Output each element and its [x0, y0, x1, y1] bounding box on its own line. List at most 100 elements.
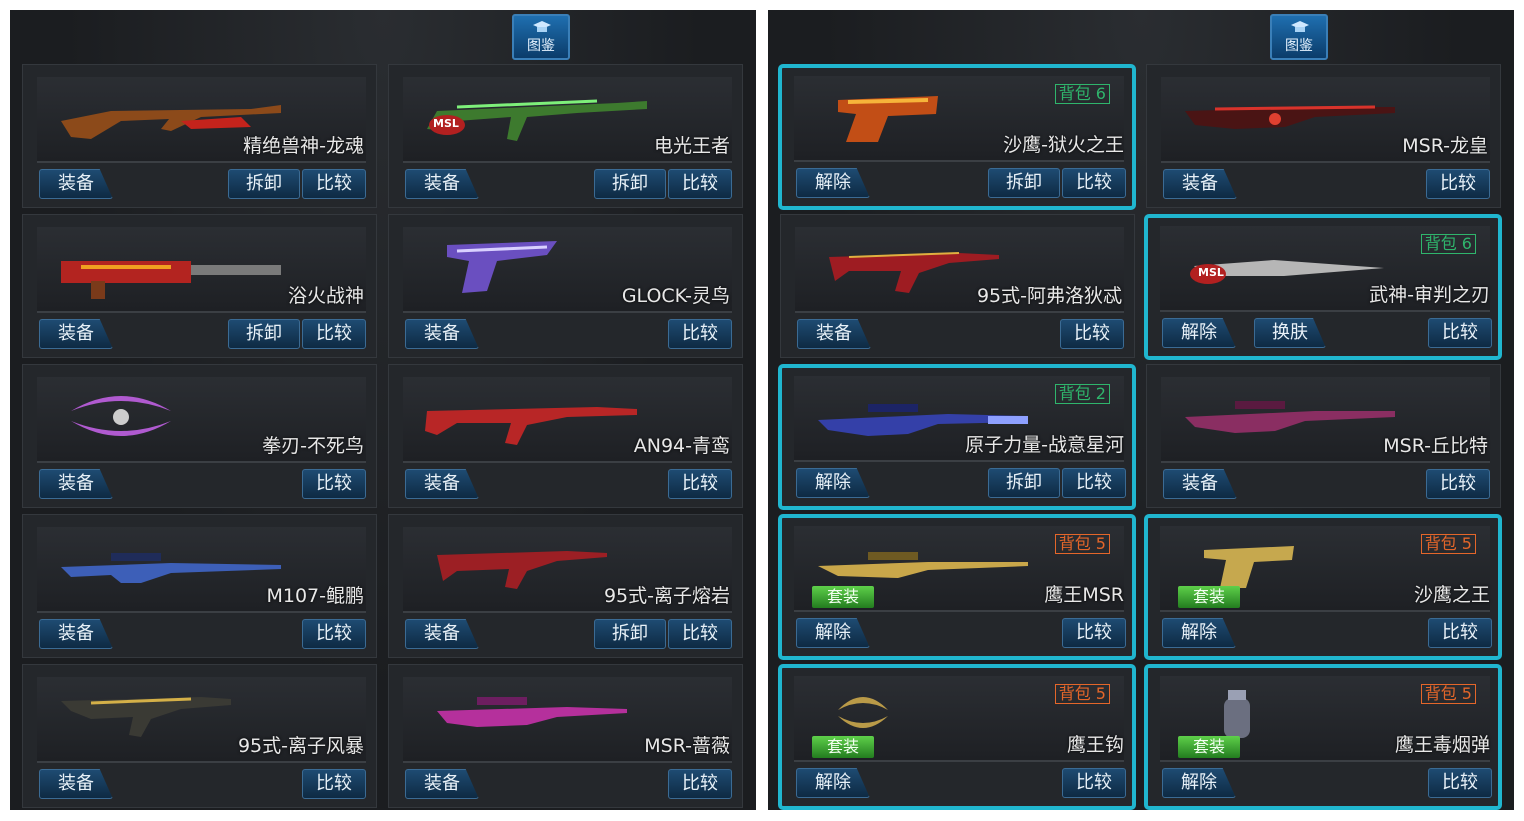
equip-button[interactable]: 装备 — [39, 769, 113, 799]
fist-blade-icon — [71, 396, 171, 436]
weapon-card-selected[interactable]: 背包 6 沙鹰-狱火之王 解除 拆卸 比较 — [778, 64, 1136, 210]
weapon-name: MSR-丘比特 — [1383, 435, 1488, 457]
compare-button[interactable]: 比较 — [302, 769, 366, 799]
weapon-card-selected[interactable]: 背包 2 原子力量-战意星河 解除 拆卸 比较 — [778, 364, 1136, 510]
msl-logo: MSL — [433, 117, 459, 130]
weapon-card[interactable]: MSR-丘比特 装备 比较 — [1146, 364, 1501, 508]
compare-button[interactable]: 比较 — [668, 469, 732, 499]
compare-button[interactable]: 比较 — [668, 319, 732, 349]
backpack-badge: 背包 6 — [1420, 234, 1476, 254]
weapon-inventory-panel-right: 图鉴 背包 6 沙鹰-狱火之王 解除 拆卸 比较 MSR-龙皇 装备 比较 95… — [768, 10, 1514, 810]
unequip-button[interactable]: 解除 — [796, 768, 870, 798]
compare-button[interactable]: 比较 — [1060, 319, 1124, 349]
compare-button[interactable]: 比较 — [668, 769, 732, 799]
compare-button[interactable]: 比较 — [302, 319, 366, 349]
compare-button[interactable]: 比较 — [1062, 618, 1126, 648]
weapon-card[interactable]: 精绝兽神-龙魂 装备 拆卸 比较 — [22, 64, 377, 208]
graduation-cap-icon — [1291, 21, 1309, 32]
compare-button[interactable]: 比较 — [1426, 169, 1490, 199]
disassemble-button[interactable]: 拆卸 — [988, 168, 1060, 198]
unequip-button[interactable]: 解除 — [1162, 318, 1236, 348]
compare-button[interactable]: 比较 — [1062, 768, 1126, 798]
graduation-cap-icon — [533, 21, 551, 32]
equip-button[interactable]: 装备 — [39, 469, 113, 499]
weapon-name: 沙鹰之王 — [1413, 584, 1490, 606]
weapon-card[interactable]: 浴火战神 装备 拆卸 比较 — [22, 214, 377, 358]
weapon-name: 原子力量-战意星河 — [965, 434, 1124, 456]
weapon-card[interactable]: MSR-蔷薇 装备 比较 — [388, 664, 743, 808]
weapon-card[interactable]: 95式-阿弗洛狄忒 装备 比较 — [780, 214, 1135, 358]
unequip-button[interactable]: 解除 — [1162, 768, 1236, 798]
equip-button[interactable]: 装备 — [1163, 469, 1237, 499]
rifle-icon — [427, 99, 647, 141]
tome-label: 图鉴 — [1285, 38, 1313, 54]
weapon-card-selected[interactable]: MSL 背包 6 武神-审判之刃 解除 换肤 比较 — [1144, 214, 1502, 360]
backpack-badge: 背包 5 — [1420, 684, 1476, 704]
compare-button[interactable]: 比较 — [668, 169, 732, 199]
disassemble-button[interactable]: 拆卸 — [988, 468, 1060, 498]
weapon-card-selected[interactable]: 套装 背包 5 鹰王MSR 解除 比较 — [778, 514, 1136, 660]
weapon-name: AN94-青鸾 — [633, 435, 730, 457]
set-badge: 套装 — [1178, 736, 1240, 758]
weapon-card[interactable]: 95式-离子风暴 装备 比较 — [22, 664, 377, 808]
compare-button[interactable]: 比较 — [1062, 468, 1126, 498]
disassemble-button[interactable]: 拆卸 — [594, 169, 666, 199]
weapon-card[interactable]: 拳刃-不死鸟 装备 比较 — [22, 364, 377, 508]
weapon-card[interactable]: AN94-青鸾 装备 比较 — [388, 364, 743, 508]
weapon-name: 鹰王MSR — [1044, 584, 1124, 606]
equip-button[interactable]: 装备 — [39, 169, 113, 199]
weapon-card[interactable]: M107-鲲鹏 装备 比较 — [22, 514, 377, 658]
weapon-name: MSR-蔷薇 — [644, 735, 730, 757]
weapon-card-selected[interactable]: 套装 背包 5 鹰王毒烟弹 解除 比较 — [1144, 664, 1502, 810]
weapon-card[interactable]: MSL 电光王者 装备 拆卸 比较 — [388, 64, 743, 208]
equip-button[interactable]: 装备 — [405, 769, 479, 799]
compare-button[interactable]: 比较 — [1428, 768, 1492, 798]
weapon-card[interactable]: GLOCK-灵鸟 装备 比较 — [388, 214, 743, 358]
compare-button[interactable]: 比较 — [668, 619, 732, 649]
weapon-name: 鹰王毒烟弹 — [1394, 734, 1490, 756]
weapon-card[interactable]: 95式-离子熔岩 装备 拆卸 比较 — [388, 514, 743, 658]
equip-button[interactable]: 装备 — [797, 319, 871, 349]
unequip-button[interactable]: 解除 — [1162, 618, 1236, 648]
compare-button[interactable]: 比较 — [302, 619, 366, 649]
compare-button[interactable]: 比较 — [1428, 618, 1492, 648]
equip-button[interactable]: 装备 — [405, 319, 479, 349]
weapon-card-selected[interactable]: 套装 背包 5 鹰王钩 解除 比较 — [778, 664, 1136, 810]
unequip-button[interactable]: 解除 — [796, 168, 870, 198]
sniper-rifle-icon — [1185, 401, 1395, 433]
disassemble-button[interactable]: 拆卸 — [594, 619, 666, 649]
rifle-icon — [425, 407, 637, 445]
compare-button[interactable]: 比较 — [1062, 168, 1126, 198]
compare-button[interactable]: 比较 — [302, 469, 366, 499]
weapon-name: 沙鹰-狱火之王 — [1003, 134, 1124, 156]
weapon-card[interactable]: MSR-龙皇 装备 比较 — [1146, 64, 1501, 208]
compare-button[interactable]: 比较 — [1428, 318, 1492, 348]
backpack-badge: 背包 6 — [1054, 84, 1110, 104]
tome-button[interactable]: 图鉴 — [512, 14, 570, 60]
weapon-name: MSR-龙皇 — [1402, 135, 1488, 157]
weapon-name: 精绝兽神-龙魂 — [243, 135, 364, 157]
equip-button[interactable]: 装备 — [405, 169, 479, 199]
compare-button[interactable]: 比较 — [1426, 469, 1490, 499]
weapon-name: 95式-离子风暴 — [237, 735, 364, 757]
equip-button[interactable]: 装备 — [405, 469, 479, 499]
weapon-card-selected[interactable]: 套装 背包 5 沙鹰之王 解除 比较 — [1144, 514, 1502, 660]
tome-label: 图鉴 — [527, 38, 555, 54]
sniper-rifle-icon — [1185, 105, 1395, 129]
weapon-name: M107-鲲鹏 — [266, 585, 364, 607]
equip-button[interactable]: 装备 — [39, 619, 113, 649]
reskin-button[interactable]: 换肤 — [1254, 318, 1326, 348]
set-badge: 套装 — [812, 736, 874, 758]
equip-button[interactable]: 装备 — [405, 619, 479, 649]
equip-button[interactable]: 装备 — [39, 319, 113, 349]
set-badge: 套装 — [812, 586, 874, 608]
weapon-inventory-panel-left: 图鉴 精绝兽神-龙魂 装备 拆卸 比较 MSL 电光王者 装备 拆卸 比较 浴火… — [10, 10, 756, 810]
disassemble-button[interactable]: 拆卸 — [228, 169, 300, 199]
backpack-badge: 背包 2 — [1054, 384, 1110, 404]
tome-button[interactable]: 图鉴 — [1270, 14, 1328, 60]
disassemble-button[interactable]: 拆卸 — [228, 319, 300, 349]
compare-button[interactable]: 比较 — [302, 169, 366, 199]
unequip-button[interactable]: 解除 — [796, 618, 870, 648]
equip-button[interactable]: 装备 — [1163, 169, 1237, 199]
unequip-button[interactable]: 解除 — [796, 468, 870, 498]
